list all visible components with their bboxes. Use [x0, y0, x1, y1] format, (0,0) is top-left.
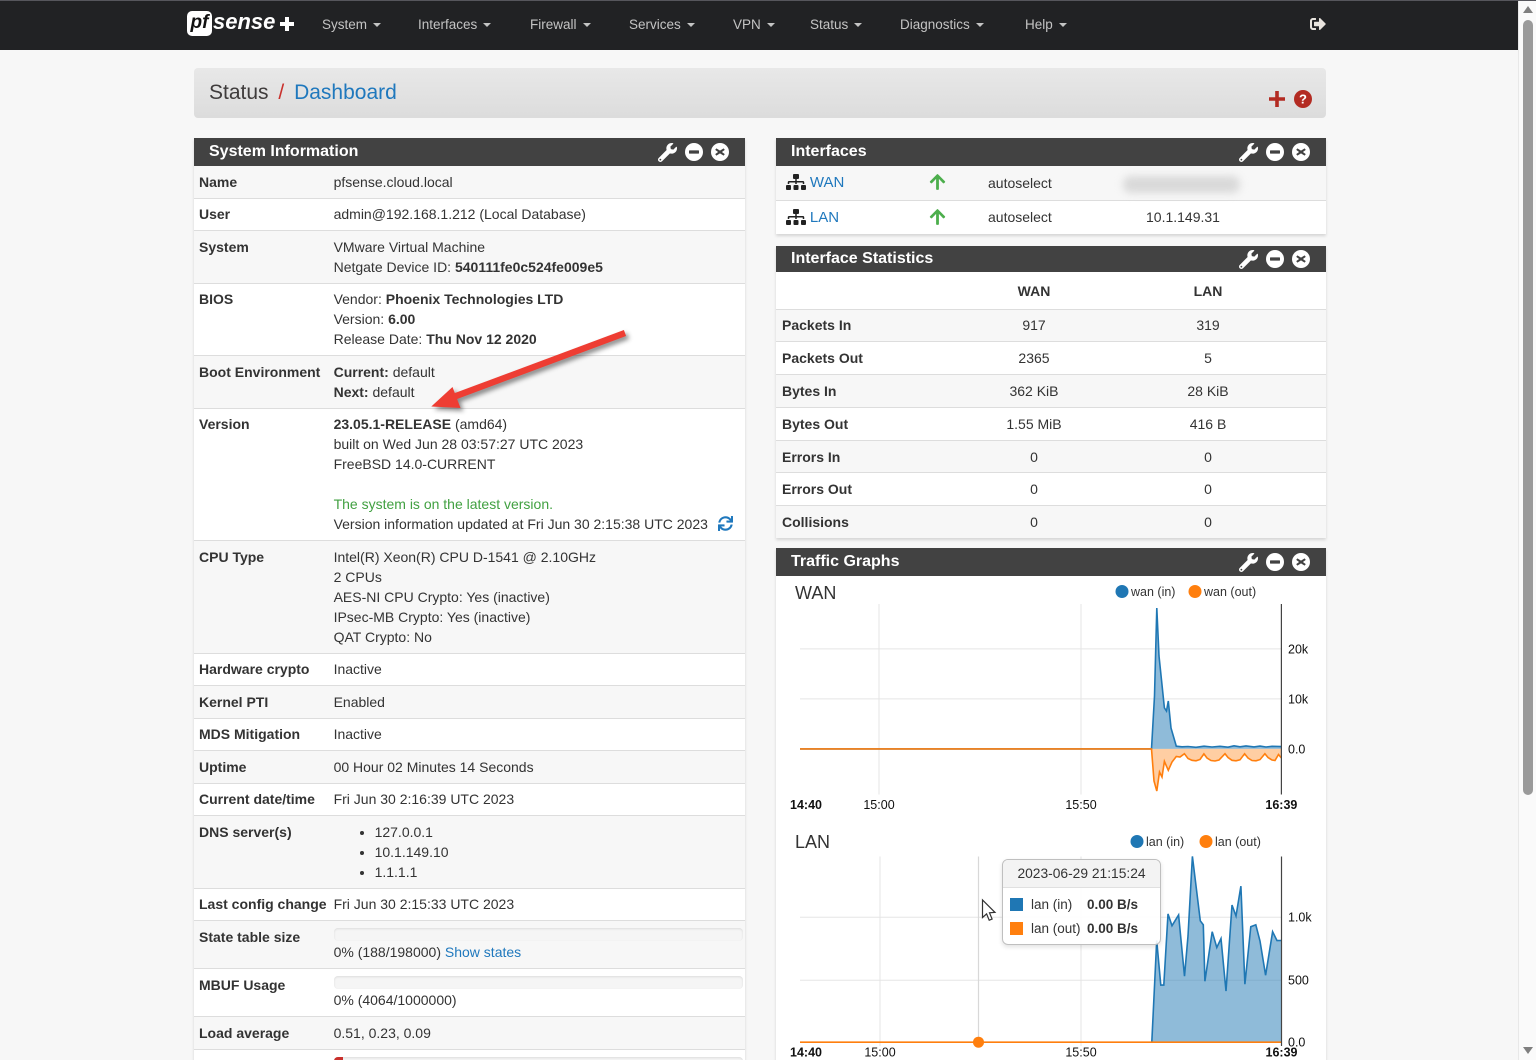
- svg-text:14:40: 14:40: [790, 1045, 822, 1059]
- svg-text:lan (out): lan (out): [1215, 835, 1261, 849]
- svg-text:?: ?: [1299, 92, 1307, 107]
- svg-text:16:39: 16:39: [1266, 1045, 1298, 1059]
- svg-text:15:00: 15:00: [864, 1045, 895, 1059]
- svg-text:15:50: 15:50: [1065, 798, 1096, 812]
- svg-text:0.0: 0.0: [1288, 742, 1305, 756]
- svg-text:LAN: LAN: [795, 832, 830, 852]
- svg-text:15:50: 15:50: [1065, 1045, 1096, 1059]
- svg-text:14:40: 14:40: [790, 798, 822, 812]
- svg-text:15:00: 15:00: [863, 798, 894, 812]
- svg-text:wan (out): wan (out): [1203, 585, 1256, 599]
- svg-text:lan (in): lan (in): [1146, 835, 1184, 849]
- svg-text:20k: 20k: [1288, 642, 1309, 656]
- svg-text:WAN: WAN: [795, 583, 836, 603]
- svg-text:1.0k: 1.0k: [1288, 910, 1312, 924]
- svg-text:10k: 10k: [1288, 692, 1309, 706]
- svg-text:16:39: 16:39: [1265, 798, 1297, 812]
- svg-text:wan (in): wan (in): [1130, 585, 1175, 599]
- svg-text:500: 500: [1288, 973, 1309, 987]
